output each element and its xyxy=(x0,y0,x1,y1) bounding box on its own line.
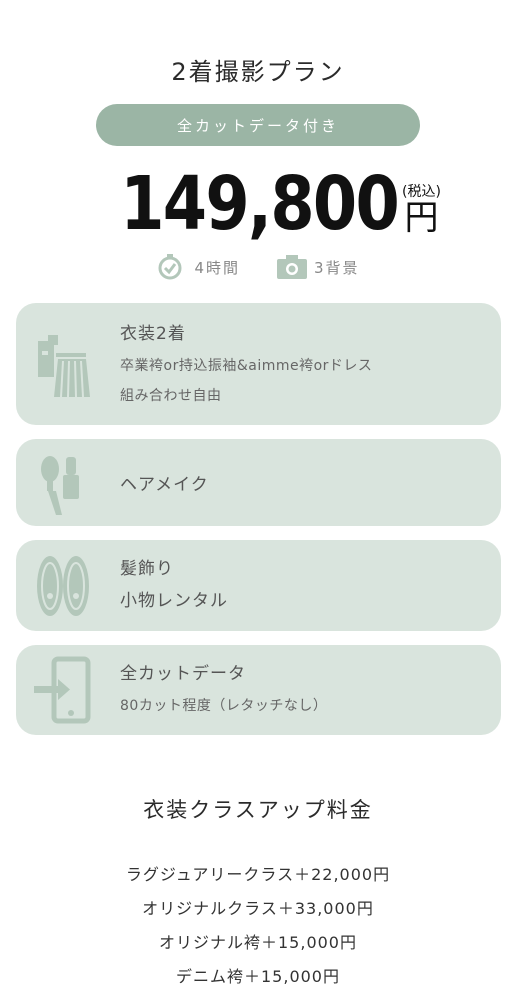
plan-page: 2着撮影プラン 全カットデータ付き 149,800 (税込) 円 4時間 3背景… xyxy=(0,0,516,1000)
kimono-icon xyxy=(32,329,94,399)
plan-meta: 4時間 3背景 xyxy=(0,252,516,282)
timer-icon xyxy=(156,254,184,280)
feature-text: ヘアメイク xyxy=(120,439,483,526)
plan-title: 2着撮影プラン xyxy=(171,58,345,86)
feature-title: 髪飾り xyxy=(120,559,174,579)
feature-line: 80カット程度（レタッチなし） xyxy=(120,698,328,714)
duration: 4時間 xyxy=(156,254,240,280)
backgrounds-label: 3背景 xyxy=(314,258,360,277)
price-suffix: (税込) 円 xyxy=(402,184,441,236)
plan-badge: 全カットデータ付き xyxy=(96,104,420,146)
feature-text: 全カットデータ 80カット程度（レタッチなし） xyxy=(120,659,483,721)
feature-text: 髪飾り 小物レンタル xyxy=(120,554,483,618)
yen-label: 円 xyxy=(404,198,439,238)
feature-line: 組み合わせ自由 xyxy=(120,388,222,404)
feature-title: ヘアメイク xyxy=(120,475,209,495)
feature-line: 小物レンタル xyxy=(120,591,228,611)
duration-label: 4時間 xyxy=(194,258,240,277)
feature-card-data: 全カットデータ 80カット程度（レタッチなし） xyxy=(16,645,501,735)
data-transfer-icon xyxy=(32,655,94,725)
price-amount: 149,800 xyxy=(120,161,400,247)
upgrade-item: デニム袴＋15,000円 xyxy=(176,967,340,986)
feature-card-accessories: 髪飾り 小物レンタル xyxy=(16,540,501,631)
makeup-brush-icon xyxy=(32,447,94,517)
upgrade-item: ラグジュアリークラス＋22,000円 xyxy=(125,865,391,884)
backgrounds: 3背景 xyxy=(276,254,360,280)
upgrade-list: ラグジュアリークラス＋22,000円 オリジナルクラス＋33,000円 オリジナ… xyxy=(0,858,516,994)
upgrade-item: オリジナルクラス＋33,000円 xyxy=(142,899,374,918)
feature-title: 全カットデータ xyxy=(120,664,246,684)
upgrade-title: 衣装クラスアップ料金 xyxy=(143,798,373,822)
price: 149,800 (税込) 円 xyxy=(0,162,516,246)
camera-icon xyxy=(276,254,307,280)
feature-title: 衣装2着 xyxy=(120,324,186,344)
feature-line: 卒業袴or持込振袖&aimme袴orドレス xyxy=(120,358,373,374)
feature-card-costume: 衣装2着 卒業袴or持込振袖&aimme袴orドレス 組み合わせ自由 xyxy=(16,303,501,425)
feature-card-hair-makeup: ヘアメイク xyxy=(16,439,501,526)
feature-text: 衣装2着 卒業袴or持込振袖&aimme袴orドレス 組み合わせ自由 xyxy=(120,321,483,411)
sandals-icon xyxy=(32,550,94,620)
upgrade-item: オリジナル袴＋15,000円 xyxy=(159,933,357,952)
